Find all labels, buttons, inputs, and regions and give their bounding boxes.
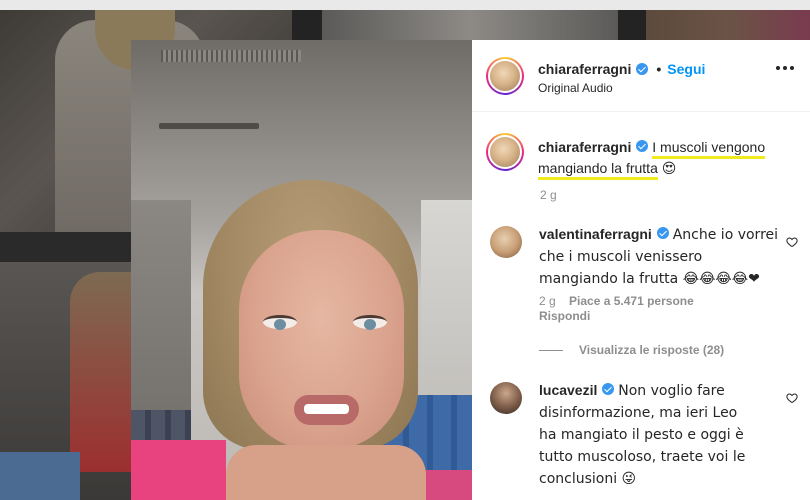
- video-frame-eye: [353, 315, 387, 330]
- caption-text-part1: I muscoli vengono: [652, 139, 766, 159]
- comment-body: valentinaferragni Anche io vorrei che i …: [539, 224, 785, 290]
- view-replies-label: Visualizza le risposte (28): [579, 343, 725, 357]
- feed-thumbnail[interactable]: [646, 10, 810, 40]
- heart-eyes-emoji-icon: 😍: [661, 161, 677, 177]
- comment-meta: 2 g Piace a 5.471 persone: [539, 294, 694, 308]
- follow-button[interactable]: Segui: [667, 61, 705, 77]
- video-frame-mouth: [294, 395, 359, 425]
- like-heart-icon[interactable]: [786, 392, 798, 404]
- replies-divider-line: [539, 349, 563, 351]
- view-replies-button[interactable]: Visualizza le risposte (28): [539, 343, 724, 357]
- video-frame-hand: [226, 445, 426, 500]
- video-frame-vent: [161, 50, 301, 62]
- caption-username[interactable]: chiaraferragni: [538, 139, 631, 155]
- audio-label[interactable]: Original Audio: [538, 81, 613, 95]
- browser-top-strip: [0, 0, 810, 10]
- comment-timestamp[interactable]: 2 g: [539, 294, 556, 308]
- verified-badge-icon: [636, 140, 649, 152]
- more-options-icon[interactable]: [776, 66, 794, 70]
- post-caption: chiaraferragni I muscoli vengono mangian…: [538, 137, 794, 202]
- verified-badge-icon: [602, 383, 615, 395]
- separator-dot: •: [656, 61, 662, 77]
- author-avatar[interactable]: [486, 57, 524, 95]
- video-frame-eye: [263, 315, 297, 330]
- caption-author-avatar[interactable]: [486, 133, 524, 171]
- comment-body: lucavezil Non voglio fare disinformazion…: [539, 380, 759, 490]
- feed-gap: [292, 10, 322, 40]
- verified-badge-icon: [636, 63, 649, 75]
- post-header: chiaraferragni • Segui Original Audio: [472, 40, 810, 112]
- caption-timestamp[interactable]: 2 g: [540, 185, 557, 206]
- video-frame-shirt: [131, 440, 226, 500]
- caption-text-part2: mangiando la frutta: [538, 160, 658, 180]
- comment-likes[interactable]: Piace a 5.471 persone: [569, 294, 694, 308]
- comment-text: Non voglio fare disinformazione, ma ieri…: [539, 383, 746, 487]
- like-heart-icon[interactable]: [786, 236, 798, 248]
- video-frame-light: [159, 123, 259, 129]
- post-side-panel: chiaraferragni • Segui Original Audio ch…: [472, 40, 810, 500]
- author-username[interactable]: chiaraferragni: [538, 61, 631, 77]
- author-line: chiaraferragni • Segui: [538, 61, 705, 77]
- instagram-post-modal: chiaraferragni • Segui Original Audio ch…: [0, 0, 810, 500]
- feed-thumbnail[interactable]: [0, 262, 132, 500]
- commenter-avatar[interactable]: [490, 226, 522, 258]
- feed-thumbnail[interactable]: [322, 10, 618, 40]
- verified-badge-icon: [656, 227, 669, 239]
- feed-gap: [618, 10, 646, 40]
- reply-button[interactable]: Rispondi: [539, 309, 590, 323]
- comment-username[interactable]: valentinaferragni: [539, 226, 652, 242]
- reel-video[interactable]: [131, 40, 472, 500]
- commenter-avatar[interactable]: [490, 382, 522, 414]
- comment-username[interactable]: lucavezil: [539, 382, 597, 398]
